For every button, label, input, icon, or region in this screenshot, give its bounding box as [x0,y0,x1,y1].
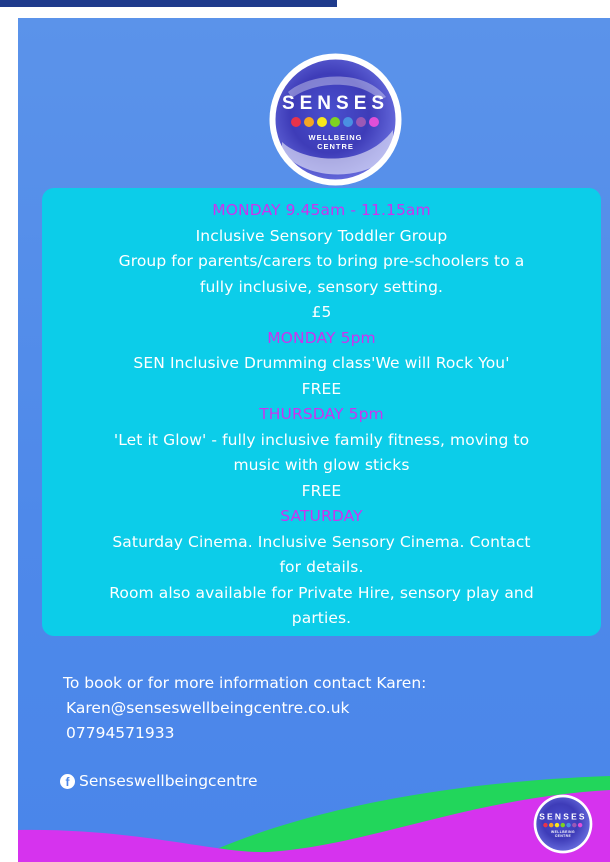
schedule-line: 'Let it Glow' - fully inclusive family f… [113,430,530,449]
contact-intro: To book or for more information contact … [63,674,427,692]
logo-dot [566,822,571,828]
schedule-line: for details. [279,558,364,576]
logo-dot [369,117,379,127]
logo-dot [317,117,327,127]
logo-dot [356,117,366,127]
logo-small-tagline-1: WELLBEING [551,830,575,834]
logo-small-tagline-2: CENTRE [555,834,572,838]
schedule-line: FREE [301,481,342,500]
logo-dot [291,117,301,127]
logo-dot [543,822,548,828]
schedule-line: music with glow sticks [233,456,410,474]
schedule-line: Saturday Cinema. Inclusive Sensory Cinem… [112,532,531,551]
schedule-line: Room also available for Private Hire, se… [109,583,534,602]
logo-tagline-2: CENTRE [317,142,354,151]
schedule-line: FREE [301,379,342,398]
logo-dot [304,117,314,127]
senses-logo-small: SENSES WELLBEING CENTRE [533,794,593,854]
schedule-line: Group for parents/carers to bring pre-sc… [118,252,525,270]
top-accent-bar [0,0,337,7]
logo-tagline-1: WELLBEING [309,133,363,142]
decorative-waves [18,776,610,862]
logo-dot [343,117,353,127]
schedule-line: Inclusive Sensory Toddler Group [195,226,448,245]
schedule-heading: SATURDAY [280,507,363,525]
schedule-heading: MONDAY 5pm [267,328,376,347]
contact-block: To book or for more information contact … [63,671,426,746]
schedule-line: £5 [311,303,332,321]
schedule-heading: THURSDAY 5pm [259,405,384,423]
logo-dot [572,822,577,828]
logo-dot [560,822,565,828]
logo-wordmark: SENSES [282,93,389,114]
senses-logo: SENSES WELLBEING CENTRE [269,53,402,186]
contact-phone[interactable]: 07794571933 [63,721,426,746]
poster: SENSES WELLBEING CENTRE MONDAY 9.45am - … [18,18,610,862]
schedule-text: MONDAY 9.45am - 11.15am Inclusive Sensory… [42,198,601,632]
schedule-line: parties. [291,609,352,627]
schedule-line: fully inclusive, sensory setting. [199,277,444,296]
logo-small-wordmark: SENSES [539,811,587,821]
logo-dot [577,822,583,828]
schedule-line: SEN Inclusive Drumming class'We will Roc… [133,354,510,372]
logo-dot [330,117,340,127]
logo-dot [549,822,554,828]
schedule-heading: MONDAY 9.45am - 11.15am [212,201,431,219]
logo-dot [554,822,560,828]
contact-email[interactable]: Karen@senseswellbeingcentre.co.uk [63,696,426,721]
